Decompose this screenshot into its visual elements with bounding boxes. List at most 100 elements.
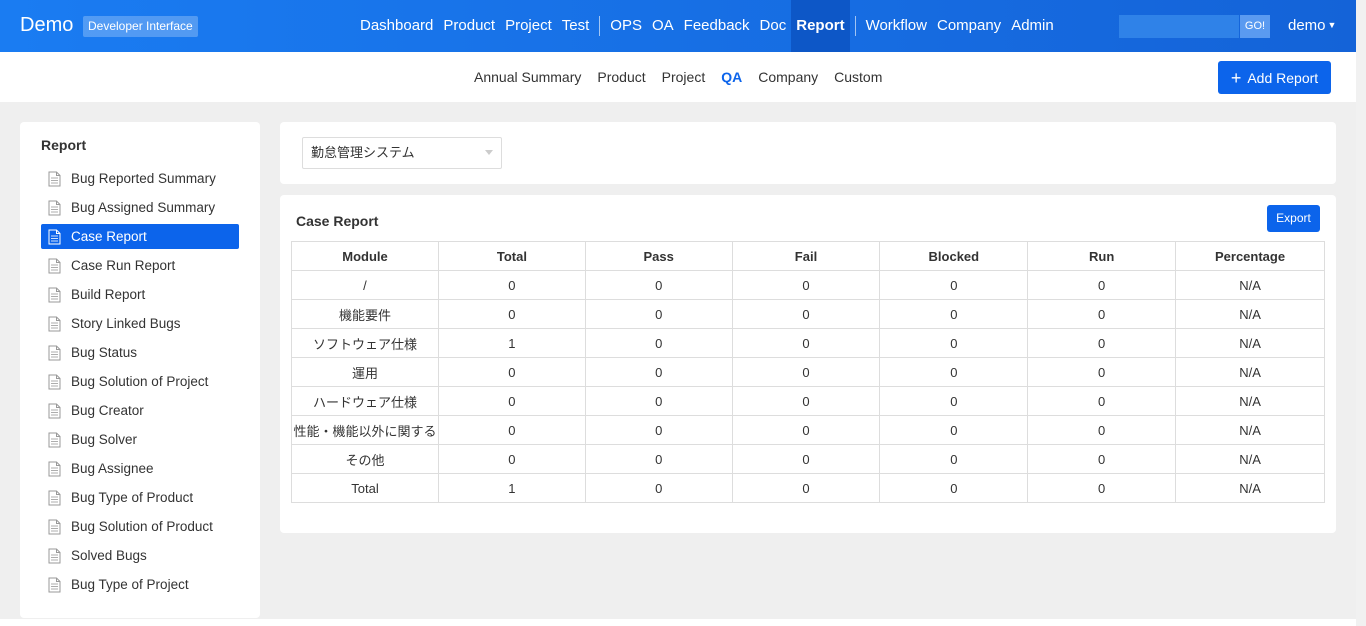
table-cell: 0 xyxy=(1027,299,1177,329)
sidebar-item-build-report[interactable]: Build Report xyxy=(41,282,239,307)
sidebar-item-label: Bug Solution of Product xyxy=(71,519,213,534)
nav-item-doc[interactable]: Doc xyxy=(755,0,792,52)
subnav-item-custom[interactable]: Custom xyxy=(826,69,890,85)
table-cell: 0 xyxy=(1027,357,1177,387)
sidebar-item-solved-bugs[interactable]: Solved Bugs xyxy=(41,543,239,568)
product-select-value: 勤怠管理システム xyxy=(311,145,415,160)
document-icon xyxy=(48,229,61,244)
subnav-item-company[interactable]: Company xyxy=(750,69,826,85)
sidebar-list: Bug Reported Summary Bug Assigned Summary… xyxy=(41,166,239,601)
search-go-button[interactable]: GO! xyxy=(1240,15,1270,38)
nav-item-workflow[interactable]: Workflow xyxy=(861,0,932,52)
table-cell: N/A xyxy=(1175,299,1325,329)
table-cell: 0 xyxy=(731,386,881,416)
table-row: 機能要件 0 0 0 0 0 N/A xyxy=(291,299,1325,329)
sidebar-item-story-linked-bugs[interactable]: Story Linked Bugs xyxy=(41,311,239,336)
sidebar-item-bug-type-of-project[interactable]: Bug Type of Project xyxy=(41,572,239,597)
table-cell: 0 xyxy=(1027,473,1177,503)
search-input[interactable] xyxy=(1119,15,1239,38)
nav-item-test[interactable]: Test xyxy=(557,0,595,52)
sidebar-item-bug-type-of-product[interactable]: Bug Type of Product xyxy=(41,485,239,510)
table-cell: Total xyxy=(291,473,439,503)
sidebar-item-label: Case Report xyxy=(71,229,147,244)
table-cell: 0 xyxy=(584,357,733,387)
table-cell: 0 xyxy=(731,270,881,300)
document-icon xyxy=(48,577,61,592)
add-report-label: Add Report xyxy=(1247,69,1319,86)
table-cell: 0 xyxy=(1027,415,1177,445)
table-cell: N/A xyxy=(1175,357,1325,387)
table-cell: N/A xyxy=(1175,386,1325,416)
user-name: demo xyxy=(1288,17,1326,34)
document-icon xyxy=(48,171,61,186)
sidebar-item-label: Bug Assigned Summary xyxy=(71,200,216,215)
nav-item-product[interactable]: Product xyxy=(438,0,500,52)
column-header-pass: Pass xyxy=(584,241,733,271)
page-scrollbar[interactable] xyxy=(1356,0,1366,626)
table-row: ソフトウェア仕様 1 0 0 0 0 N/A xyxy=(291,328,1325,358)
brand-logo[interactable]: Demo xyxy=(20,14,73,37)
sidebar-item-label: Bug Type of Project xyxy=(71,577,189,592)
sidebar-item-case-report[interactable]: Case Report xyxy=(41,224,239,249)
user-menu[interactable]: demo ▼ xyxy=(1288,17,1336,34)
table-cell: ハードウェア仕様 xyxy=(291,386,439,416)
table-cell: 0 xyxy=(437,386,586,416)
add-report-button[interactable]: + Add Report xyxy=(1218,61,1331,94)
table-cell: 0 xyxy=(731,473,881,503)
nav-item-admin[interactable]: Admin xyxy=(1006,0,1059,52)
table-cell: N/A xyxy=(1175,415,1325,445)
nav-item-feedback[interactable]: Feedback xyxy=(679,0,755,52)
plus-icon: + xyxy=(1230,67,1242,88)
subnav-item-qa[interactable]: QA xyxy=(713,69,750,85)
nav-item-company[interactable]: Company xyxy=(932,0,1006,52)
nav-item-dashboard[interactable]: Dashboard xyxy=(355,0,438,52)
sidebar-item-bug-reported-summary[interactable]: Bug Reported Summary xyxy=(41,166,239,191)
sidebar-item-case-run-report[interactable]: Case Run Report xyxy=(41,253,239,278)
sidebar-item-label: Bug Status xyxy=(71,345,138,360)
sub-header: Annual Summary Product Project QA Company Cus… xyxy=(0,52,1356,102)
document-icon xyxy=(48,461,61,476)
table-row: 運用 0 0 0 0 0 N/A xyxy=(291,357,1325,387)
table-cell: 0 xyxy=(584,473,733,503)
subnav-item-product[interactable]: Product xyxy=(589,69,653,85)
table-cell: ソフトウェア仕様 xyxy=(291,328,439,358)
nav-item-report[interactable]: Report xyxy=(791,0,850,52)
sidebar-item-bug-assignee[interactable]: Bug Assignee xyxy=(41,456,239,481)
sidebar-item-bug-solver[interactable]: Bug Solver xyxy=(41,427,239,452)
nav-item-oa[interactable]: OA xyxy=(647,0,679,52)
table-cell: 1 xyxy=(437,328,586,358)
page-bottom xyxy=(0,619,1356,626)
table-cell: 0 xyxy=(731,444,881,474)
export-button[interactable]: Export xyxy=(1267,205,1320,232)
sidebar-item-bug-status[interactable]: Bug Status xyxy=(41,340,239,365)
column-header-percentage: Percentage xyxy=(1175,241,1325,271)
table-row: ハードウェア仕様 0 0 0 0 0 N/A xyxy=(291,386,1325,416)
subnav-item-project[interactable]: Project xyxy=(654,69,714,85)
document-icon xyxy=(48,548,61,563)
table-cell: 0 xyxy=(584,299,733,329)
sidebar-item-label: Bug Reported Summary xyxy=(71,171,216,186)
nav-separator xyxy=(854,16,856,36)
document-icon xyxy=(48,432,61,447)
sidebar-item-label: Story Linked Bugs xyxy=(71,316,181,331)
document-icon xyxy=(48,490,61,505)
nav-item-project[interactable]: Project xyxy=(500,0,557,52)
table-row: /0 0 0 0 0 N/A xyxy=(291,270,1325,300)
sidebar-item-label: Build Report xyxy=(71,287,146,302)
table-cell: 運用 xyxy=(291,357,439,387)
table-cell: 0 xyxy=(1027,444,1177,474)
nav-item-ops[interactable]: OPS xyxy=(605,0,647,52)
table-cell: 0 xyxy=(731,415,881,445)
table-cell: 0 xyxy=(584,444,733,474)
subnav-item-annual-summary[interactable]: Annual Summary xyxy=(466,69,589,85)
sidebar-item-bug-creator[interactable]: Bug Creator xyxy=(41,398,239,423)
sidebar-item-bug-assigned-summary[interactable]: Bug Assigned Summary xyxy=(41,195,239,220)
table-cell: 0 xyxy=(584,415,733,445)
sidebar-item-bug-solution-of-product[interactable]: Bug Solution of Product xyxy=(41,514,239,539)
sidebar-item-bug-solution-of-project[interactable]: Bug Solution of Project xyxy=(41,369,239,394)
table-cell: 0 xyxy=(879,299,1029,329)
sidebar-item-label: Solved Bugs xyxy=(71,548,147,563)
product-select[interactable]: 勤怠管理システム xyxy=(302,137,502,169)
case-report-table: Module Total Pass Fail Blocked Run Percentage … xyxy=(291,241,1325,503)
table-cell: 0 xyxy=(584,270,733,300)
